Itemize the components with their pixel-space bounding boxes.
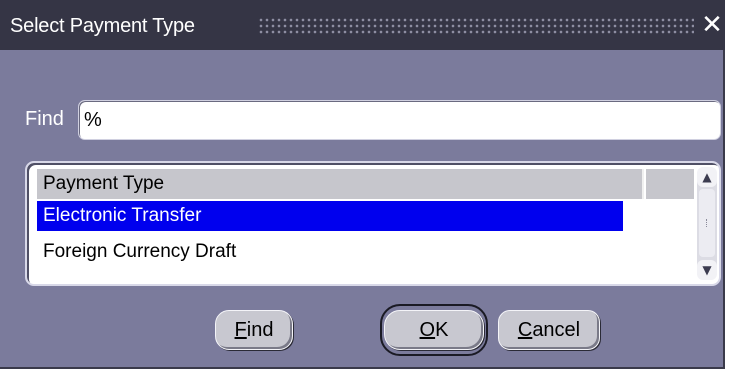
scroll-up-arrow-icon[interactable]: ▲ — [697, 167, 717, 187]
cancel-button-mnemonic: C — [517, 319, 533, 341]
ok-button[interactable]: OK — [384, 310, 484, 350]
cancel-button[interactable]: Cancel — [498, 310, 600, 350]
find-label: Find — [25, 108, 64, 130]
title-bar[interactable]: Select Payment Type ✕ — [0, 0, 725, 50]
payment-type-list: Payment Type Electronic Transfer Foreign… — [25, 161, 721, 286]
grip-icon — [706, 219, 710, 227]
title-bar-drag-pattern — [258, 17, 694, 35]
column-header-spare — [646, 169, 694, 199]
scroll-thumb[interactable] — [699, 189, 715, 257]
select-payment-type-dialog: Select Payment Type ✕ Find Payment Type … — [0, 0, 725, 369]
list-item[interactable]: Foreign Currency Draft — [37, 237, 623, 267]
find-button-label: ind — [246, 319, 274, 341]
list-item-label: Electronic Transfer — [43, 205, 202, 226]
find-button[interactable]: Find — [215, 310, 293, 350]
ok-button-mnemonic: O — [419, 319, 436, 341]
cancel-button-label: ancel — [532, 319, 581, 341]
list-item[interactable]: Electronic Transfer — [37, 201, 623, 231]
ok-button-label: K — [435, 319, 449, 341]
list-item-label: Foreign Currency Draft — [43, 241, 237, 262]
find-input[interactable] — [78, 100, 721, 140]
vertical-scrollbar[interactable]: ▲ ▼ — [697, 167, 717, 280]
window-title: Select Payment Type — [10, 15, 195, 37]
scroll-down-arrow-icon[interactable]: ▼ — [697, 260, 717, 280]
find-button-mnemonic: F — [234, 319, 247, 341]
close-icon[interactable]: ✕ — [701, 10, 723, 40]
column-header-payment-type[interactable]: Payment Type — [37, 169, 644, 199]
